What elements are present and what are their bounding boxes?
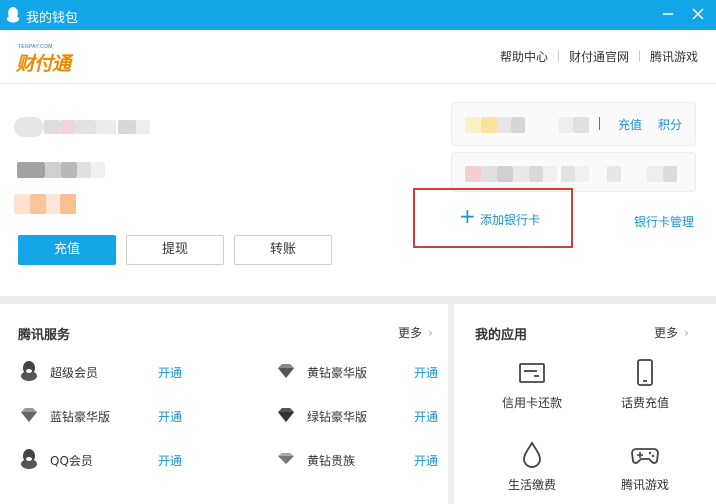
gamepad-icon bbox=[631, 448, 659, 464]
apps-more-link[interactable]: 更多 › bbox=[654, 324, 689, 341]
water-drop-icon bbox=[523, 441, 541, 468]
chevron-right-icon: › bbox=[684, 326, 689, 340]
add-bank-card-button[interactable]: + 添加银行卡 bbox=[413, 188, 573, 248]
services-more-link[interactable]: 更多 › bbox=[398, 324, 433, 341]
open-link[interactable]: 开通 bbox=[158, 364, 182, 381]
minimize-icon[interactable] bbox=[660, 6, 676, 22]
tencent-games-link[interactable]: 腾讯游戏 bbox=[650, 48, 698, 65]
app-utility-payment[interactable]: 生活缴费 bbox=[487, 440, 577, 493]
blurred-card-info bbox=[451, 152, 696, 192]
diamond-icon bbox=[278, 364, 294, 378]
open-link[interactable]: 开通 bbox=[414, 364, 438, 381]
divider bbox=[557, 50, 559, 62]
service-item: 绿钻豪华版 开通 bbox=[275, 404, 445, 428]
app-credit-card-repay[interactable]: 信用卡还款 bbox=[487, 358, 577, 411]
open-link[interactable]: 开通 bbox=[414, 408, 438, 425]
tenpay-site-link[interactable]: 财付通官网 bbox=[569, 48, 629, 65]
app-phone-recharge[interactable]: 话费充值 bbox=[600, 358, 690, 411]
penguin-icon bbox=[21, 361, 37, 381]
open-link[interactable]: 开通 bbox=[158, 408, 182, 425]
add-bank-card-label: 添加银行卡 bbox=[480, 213, 541, 227]
title-bar: 我的钱包 bbox=[0, 0, 716, 30]
service-item: 蓝钻豪华版 开通 bbox=[18, 404, 218, 428]
phone-icon bbox=[637, 359, 653, 386]
bank-card-manage-link[interactable]: 银行卡管理 bbox=[634, 213, 694, 230]
credit-card-icon bbox=[519, 363, 545, 383]
penguin-icon bbox=[21, 449, 37, 469]
plus-icon: + bbox=[459, 204, 476, 228]
panel-title: 腾讯服务 bbox=[18, 328, 71, 343]
qq-penguin-icon bbox=[7, 7, 19, 23]
card-recharge-link[interactable]: 充值 bbox=[618, 116, 642, 133]
header: TENPAY.COM 财付通 帮助中心 财付通官网 腾讯游戏 bbox=[0, 30, 716, 84]
service-item: 超级会员 开通 bbox=[18, 360, 218, 384]
my-apps-panel: 我的应用 更多 › 信用卡还款 话费充值 生活缴费 腾讯游戏 bbox=[454, 304, 716, 504]
diamond-icon bbox=[278, 453, 294, 464]
tencent-services-panel: 腾讯服务 更多 › 超级会员 开通 黄钻豪华版 开通 蓝钻豪华版 开通 绿钻豪华版… bbox=[0, 304, 448, 504]
divider bbox=[599, 117, 600, 130]
transfer-button[interactable]: 转账 bbox=[234, 235, 332, 265]
close-icon[interactable] bbox=[690, 6, 706, 22]
open-link[interactable]: 开通 bbox=[158, 452, 182, 469]
chevron-right-icon: › bbox=[428, 326, 433, 340]
balance-card: 充值 积分 bbox=[451, 102, 696, 146]
diamond-icon bbox=[21, 408, 37, 422]
recharge-button[interactable]: 充值 bbox=[18, 235, 116, 265]
diamond-icon bbox=[278, 408, 294, 422]
account-area: 充值 提现 转账 充值 积分 + 添加银行卡 银行卡管理 bbox=[0, 84, 716, 296]
window-title: 我的钱包 bbox=[26, 11, 79, 26]
card-points-link[interactable]: 积分 bbox=[658, 116, 682, 133]
tenpay-logo: TENPAY.COM 财付通 bbox=[16, 44, 71, 75]
top-links: 帮助中心 财付通官网 腾讯游戏 bbox=[500, 48, 698, 65]
help-center-link[interactable]: 帮助中心 bbox=[500, 48, 548, 65]
divider bbox=[638, 50, 640, 62]
withdraw-button[interactable]: 提现 bbox=[126, 235, 224, 265]
open-link[interactable]: 开通 bbox=[414, 452, 438, 469]
service-item: 黄钻贵族 开通 bbox=[275, 448, 445, 472]
panel-title: 我的应用 bbox=[475, 328, 528, 343]
service-item: QQ会员 开通 bbox=[18, 448, 218, 472]
service-item: 黄钻豪华版 开通 bbox=[275, 360, 445, 384]
app-tencent-games[interactable]: 腾讯游戏 bbox=[600, 440, 690, 493]
